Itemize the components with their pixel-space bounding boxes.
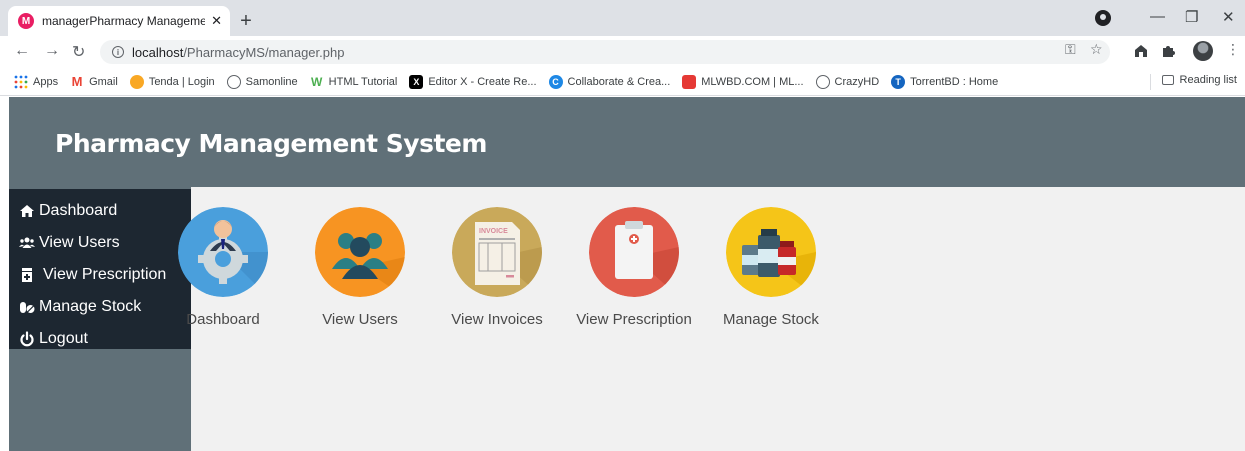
sidebar-item-label: View Users bbox=[39, 234, 120, 251]
card-label: View Users bbox=[322, 311, 398, 328]
sidebar-item-label: View Prescription bbox=[43, 266, 167, 283]
bookmark-mlwbd[interactable]: MLWBD.COM | ML... bbox=[682, 74, 804, 89]
torrentbd-icon: T bbox=[891, 74, 906, 89]
url-host: localhost bbox=[132, 44, 184, 60]
profile-indicator-icon[interactable] bbox=[1095, 10, 1111, 26]
bookmark-apps[interactable]: Apps bbox=[14, 75, 58, 89]
close-icon[interactable]: ✕ bbox=[211, 13, 222, 29]
power-icon bbox=[20, 331, 34, 347]
reload-icon[interactable]: ↻ bbox=[72, 42, 85, 62]
info-icon[interactable]: i bbox=[112, 46, 124, 58]
extension-icon[interactable] bbox=[1133, 43, 1149, 59]
page-title: Pharmacy Management System bbox=[55, 129, 487, 158]
users-group-icon bbox=[315, 207, 405, 297]
card-label: View Prescription bbox=[576, 311, 692, 328]
bookmark-label: HTML Tutorial bbox=[328, 75, 398, 88]
card-view-users[interactable]: View Users bbox=[300, 207, 420, 328]
bookmark-label: Apps bbox=[33, 75, 59, 88]
address-bar[interactable]: i localhost/PharmacyMS/manager.php bbox=[100, 40, 1110, 64]
bookmark-torrentbd[interactable]: T TorrentBD : Home bbox=[891, 74, 999, 89]
bookmark-label: Gmail bbox=[89, 75, 118, 88]
bookmark-label: Collaborate & Crea... bbox=[567, 75, 671, 88]
window-close-icon[interactable]: ✕ bbox=[1222, 8, 1235, 26]
new-tab-button[interactable]: + bbox=[234, 9, 258, 33]
gmail-icon: M bbox=[71, 74, 83, 89]
globe-icon bbox=[815, 74, 830, 89]
card-view-prescription[interactable]: View Prescription bbox=[574, 207, 694, 328]
bookmark-label: Samonline bbox=[245, 75, 298, 88]
manager-gear-icon bbox=[178, 207, 268, 297]
bookmark-tenda[interactable]: Tenda | Login bbox=[129, 74, 215, 89]
bookmark-star-icon[interactable]: ☆ bbox=[1090, 41, 1103, 58]
more-menu-icon[interactable]: ⋮ bbox=[1226, 41, 1240, 58]
url-path: /PharmacyMS/manager.php bbox=[183, 44, 345, 60]
restore-icon[interactable]: ❐ bbox=[1185, 8, 1198, 26]
editorx-icon: X bbox=[409, 74, 424, 89]
home-icon bbox=[20, 205, 34, 217]
card-label: Manage Stock bbox=[723, 311, 819, 328]
app-header: Pharmacy Management System bbox=[9, 97, 1245, 187]
bookmark-label: TorrentBD : Home bbox=[910, 75, 999, 88]
reading-list-button[interactable]: Reading list bbox=[1161, 74, 1237, 86]
sidebar-item-label: Dashboard bbox=[39, 202, 118, 219]
password-key-icon[interactable]: ⚿ bbox=[1065, 41, 1076, 58]
bookmark-label: CrazyHD bbox=[834, 75, 880, 88]
bookmark-crazyhd[interactable]: CrazyHD bbox=[815, 74, 880, 89]
sidebar-item-label: Logout bbox=[39, 330, 88, 347]
bookmark-samonline[interactable]: Samonline bbox=[226, 74, 298, 89]
forward-arrow-icon[interactable]: → bbox=[44, 42, 60, 60]
avatar[interactable] bbox=[1193, 41, 1213, 61]
browser-toolbar: ← → ↻ i localhost/PharmacyMS/manager.php… bbox=[0, 36, 1245, 68]
bookmarks-bar: Apps M Gmail Tenda | Login Samonline W HTM… bbox=[0, 68, 1245, 96]
users-icon bbox=[19, 237, 35, 248]
mlwbd-icon bbox=[682, 74, 697, 89]
card-view-invoices[interactable]: INVOICE View Invoices bbox=[437, 207, 557, 328]
prescription-icon bbox=[22, 268, 32, 282]
browser-tab[interactable]: M managerPharmacy Management ✕ bbox=[8, 6, 230, 36]
bookmarks-divider bbox=[1150, 74, 1151, 90]
card-manage-stock[interactable]: Manage Stock bbox=[711, 207, 831, 328]
tab-favicon-icon: M bbox=[18, 13, 34, 29]
apps-grid-icon bbox=[14, 75, 28, 88]
tenda-icon bbox=[129, 74, 144, 89]
clipboard-icon bbox=[589, 207, 679, 297]
tab-title: managerPharmacy Management bbox=[42, 14, 206, 28]
globe-icon bbox=[226, 74, 241, 89]
page-content: Pharmacy Management System Dashboard Vie… bbox=[9, 97, 1245, 451]
back-arrow-icon[interactable]: ← bbox=[14, 42, 30, 60]
bookmark-html-tutorial[interactable]: W HTML Tutorial bbox=[310, 74, 398, 89]
bookmark-gmail[interactable]: M Gmail bbox=[70, 74, 118, 89]
reading-list-icon bbox=[1161, 75, 1174, 85]
medicine-bottles-icon bbox=[726, 207, 816, 297]
bookmark-label: Tenda | Login bbox=[148, 75, 215, 88]
bookmark-canva[interactable]: C Collaborate & Crea... bbox=[548, 74, 671, 89]
card-dashboard[interactable]: Dashboard bbox=[163, 207, 283, 328]
card-label: Dashboard bbox=[186, 311, 260, 328]
invoice-word: INVOICE bbox=[479, 228, 508, 235]
tab-strip: M managerPharmacy Management ✕ + — ❐ ✕ bbox=[0, 0, 1245, 36]
bookmark-label: Editor X - Create Re... bbox=[428, 75, 537, 88]
canva-icon: C bbox=[548, 74, 563, 89]
reading-list-label: Reading list bbox=[1179, 74, 1237, 86]
bookmark-label: MLWBD.COM | ML... bbox=[701, 75, 804, 88]
bookmark-editorx[interactable]: X Editor X - Create Re... bbox=[409, 74, 537, 89]
w3schools-icon: W bbox=[310, 74, 323, 89]
invoice-icon: INVOICE bbox=[452, 207, 542, 297]
pills-icon bbox=[20, 302, 35, 313]
sidebar-item-label: Manage Stock bbox=[39, 298, 142, 315]
dashboard-cards: Dashboard View Users INVOICE View Invoic… bbox=[178, 207, 834, 328]
card-label: View Invoices bbox=[451, 311, 543, 328]
puzzle-icon[interactable] bbox=[1160, 43, 1176, 59]
minimize-icon[interactable]: — bbox=[1150, 8, 1165, 25]
